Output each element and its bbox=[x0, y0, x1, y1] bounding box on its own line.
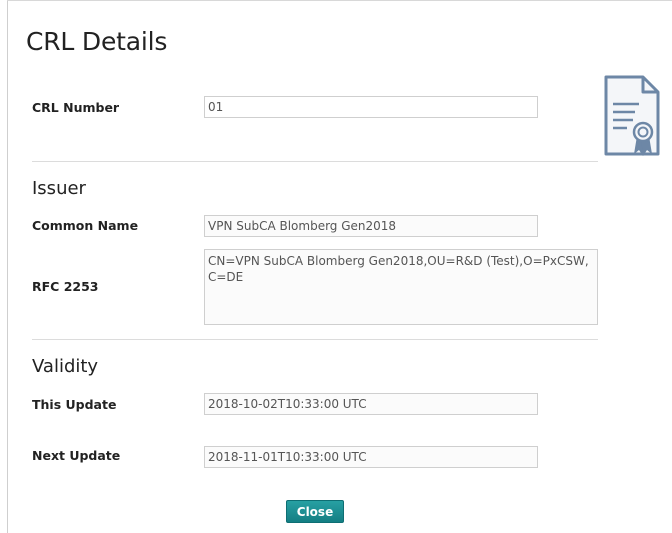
issuer-section-title: Issuer bbox=[32, 178, 86, 199]
separator-issuer bbox=[32, 161, 598, 162]
next-update-field[interactable]: 2018-11-01T10:33:00 UTC bbox=[204, 446, 538, 468]
close-button[interactable]: Close bbox=[286, 500, 344, 523]
rfc2253-field[interactable]: CN=VPN SubCA Blomberg Gen2018,OU=R&D (Te… bbox=[204, 249, 598, 325]
crl-number-label: CRL Number bbox=[32, 100, 120, 115]
next-update-label: Next Update bbox=[32, 448, 121, 463]
dialog-border-top bbox=[7, 0, 672, 1]
this-update-field[interactable]: 2018-10-02T10:33:00 UTC bbox=[204, 393, 538, 415]
common-name-label: Common Name bbox=[32, 218, 139, 233]
common-name-field[interactable]: VPN SubCA Blomberg Gen2018 bbox=[204, 215, 538, 237]
crl-number-field[interactable]: 01 bbox=[204, 96, 538, 118]
validity-section-title: Validity bbox=[32, 356, 99, 377]
rfc2253-label: RFC 2253 bbox=[32, 279, 99, 294]
dialog-border-left bbox=[7, 0, 8, 533]
certificate-icon bbox=[603, 74, 661, 160]
crl-details-dialog: CRL Details CRL Number 01 Issuer Common … bbox=[0, 0, 672, 533]
this-update-label: This Update bbox=[32, 397, 117, 412]
separator-validity bbox=[32, 339, 598, 340]
dialog-title: CRL Details bbox=[26, 27, 168, 56]
